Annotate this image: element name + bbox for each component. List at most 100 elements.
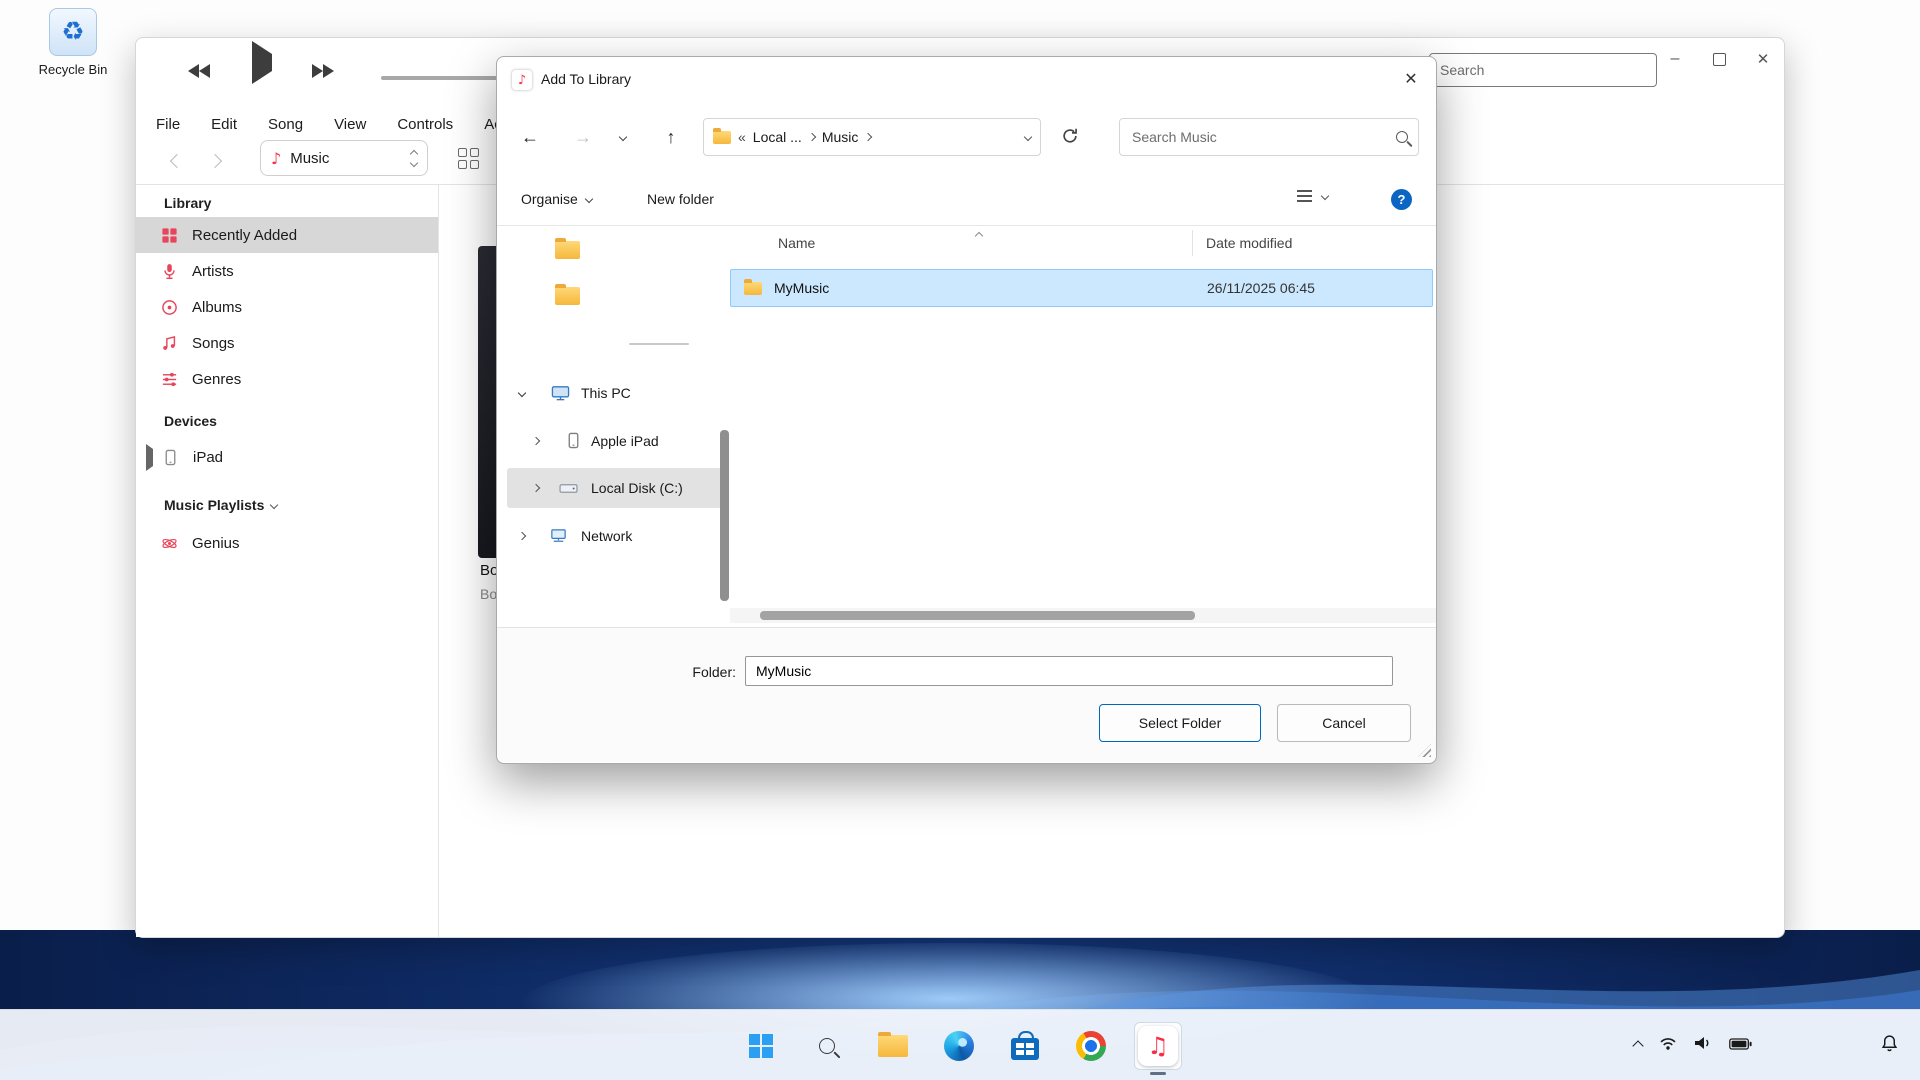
dialog-close-button[interactable]: ✕ — [1388, 57, 1434, 101]
menu-view[interactable]: View — [332, 114, 368, 135]
chevron-left-icon — [170, 154, 184, 168]
help-button[interactable]: ? — [1391, 189, 1412, 210]
dialog-up-button[interactable]: ↑ — [653, 119, 689, 155]
dialog-search-input[interactable] — [1130, 128, 1396, 146]
chevron-down-icon[interactable] — [270, 501, 278, 509]
sidebar-item-songs[interactable]: Songs — [136, 325, 438, 361]
nav-forward-button[interactable] — [202, 148, 228, 174]
tree-folder-item[interactable] — [555, 241, 580, 264]
microsoft-store-button[interactable] — [1002, 1023, 1048, 1069]
chrome-button[interactable] — [1068, 1023, 1114, 1069]
start-button[interactable] — [738, 1023, 784, 1069]
column-header-name[interactable]: Name — [778, 225, 815, 261]
chevron-right-icon — [808, 133, 816, 141]
play-button[interactable] — [252, 54, 272, 72]
grid-view-button[interactable] — [458, 148, 479, 169]
wifi-icon[interactable] — [1659, 1036, 1677, 1056]
breadcrumb-local-disk[interactable]: Local ... — [753, 129, 802, 145]
file-row-mymusic[interactable]: MyMusic 26/11/2025 06:45 — [730, 269, 1433, 307]
select-folder-button[interactable]: Select Folder — [1099, 704, 1261, 742]
horizontal-scrollbar-thumb[interactable] — [760, 611, 1195, 620]
minimize-button[interactable]: – — [1660, 44, 1690, 74]
sort-ascending-icon[interactable] — [975, 232, 983, 240]
refresh-button[interactable] — [1061, 127, 1079, 150]
dialog-footer: Folder: Select Folder Cancel — [497, 628, 1436, 762]
sidebar-item-ipad[interactable]: iPad — [136, 439, 438, 475]
rewind-button[interactable] — [188, 64, 210, 78]
album-artist[interactable]: Bo — [480, 586, 497, 602]
file-explorer-icon — [878, 1035, 908, 1057]
microphone-icon — [154, 263, 184, 280]
music-app-button[interactable]: ♫ — [1134, 1022, 1182, 1070]
resize-grip[interactable] — [1418, 744, 1431, 757]
menu-edit[interactable]: Edit — [209, 114, 239, 135]
breadcrumb-music[interactable]: Music — [822, 129, 859, 145]
organise-button[interactable]: Organise — [521, 183, 592, 215]
menu-file[interactable]: File — [154, 114, 182, 135]
tree-folder-item[interactable] — [555, 287, 580, 310]
fast-forward-button[interactable] — [312, 64, 334, 78]
expander-icon[interactable] — [146, 449, 153, 466]
tree-item-network[interactable]: Network — [497, 514, 730, 558]
tree-item-this-pc[interactable]: This PC — [497, 371, 730, 415]
recent-locations-button[interactable] — [609, 119, 637, 155]
chevron-right-icon — [864, 133, 872, 141]
dialog-search-box[interactable] — [1119, 118, 1419, 156]
dialog-title: Add To Library — [541, 57, 631, 101]
chevron-down-icon — [410, 158, 418, 166]
dialog-titlebar[interactable]: ♪ Add To Library ✕ — [497, 57, 1436, 101]
breadcrumb-overflow[interactable]: « — [738, 129, 746, 145]
music-app-icon: ♪ — [511, 69, 533, 91]
sidebar-item-artists[interactable]: Artists — [136, 253, 438, 289]
chevron-down-icon[interactable] — [518, 389, 526, 397]
maximize-icon — [1713, 53, 1726, 66]
folder-icon — [555, 287, 580, 305]
cancel-button[interactable]: Cancel — [1277, 704, 1411, 742]
windows-start-icon — [749, 1034, 773, 1058]
taskbar-search-button[interactable] — [804, 1023, 850, 1069]
new-folder-button[interactable]: New folder — [647, 183, 714, 215]
close-button[interactable]: ✕ — [1748, 44, 1778, 74]
sidebar-item-genius[interactable]: Genius — [136, 525, 438, 561]
battery-icon[interactable] — [1729, 1037, 1752, 1055]
app-search-input[interactable] — [1429, 53, 1657, 87]
sidebar-item-recently-added[interactable]: Recently Added — [136, 217, 438, 253]
edge-button[interactable] — [936, 1023, 982, 1069]
volume-icon[interactable] — [1694, 1035, 1712, 1056]
address-bar[interactable]: « Local ... Music — [703, 118, 1041, 156]
menu-song[interactable]: Song — [266, 114, 305, 135]
folder-name-input[interactable] — [745, 656, 1393, 686]
nav-back-button[interactable] — [164, 148, 190, 174]
network-icon — [549, 528, 568, 547]
chevron-down-icon[interactable] — [1024, 133, 1032, 141]
chevron-right-icon[interactable] — [518, 532, 526, 540]
sidebar-section-library: Library — [164, 195, 211, 211]
menu-controls[interactable]: Controls — [395, 114, 455, 135]
dialog-back-button[interactable]: ← — [512, 119, 548, 155]
column-header-date-modified[interactable]: Date modified — [1206, 225, 1292, 261]
chevron-right-icon[interactable] — [532, 437, 540, 445]
folder-icon — [744, 282, 762, 295]
recycle-bin-shortcut[interactable]: ♻ Recycle Bin — [18, 8, 128, 77]
sidebar-item-albums[interactable]: Albums — [136, 289, 438, 325]
sliders-icon — [154, 371, 184, 388]
music-note-icon — [154, 335, 184, 352]
chevron-down-icon — [619, 133, 627, 141]
horizontal-scrollbar[interactable] — [730, 608, 1436, 623]
sidebar-item-genres[interactable]: Genres — [136, 361, 438, 397]
view-options-button[interactable] — [1297, 190, 1328, 202]
tray-chevron-up-icon[interactable] — [1634, 1037, 1642, 1055]
notifications-bell-icon[interactable] — [1881, 1034, 1898, 1057]
maximize-button[interactable] — [1704, 44, 1734, 74]
tree-item-local-disk-c[interactable]: Local Disk (C:) — [497, 466, 730, 510]
tree-scrollbar[interactable] — [720, 430, 729, 601]
chevron-down-icon — [1321, 192, 1329, 200]
column-divider[interactable] — [1192, 230, 1193, 256]
library-selector[interactable]: ♪ Music — [260, 140, 428, 176]
taskbar: ♫ — [0, 1009, 1920, 1080]
dialog-forward-button[interactable]: → — [565, 119, 601, 155]
tree-item-apple-ipad[interactable]: Apple iPad — [497, 419, 730, 463]
tree-pane-divider — [629, 343, 689, 345]
file-explorer-button[interactable] — [870, 1023, 916, 1069]
chevron-up-icon — [410, 149, 418, 157]
